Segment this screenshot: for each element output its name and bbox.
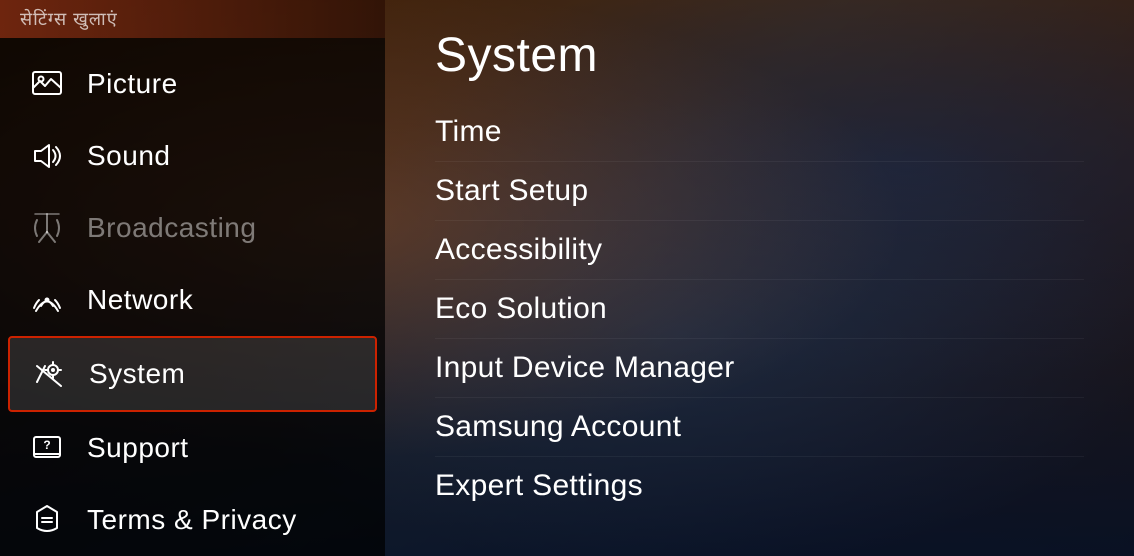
- svg-text:?: ?: [43, 438, 50, 452]
- sidebar-item-terms-label: Terms & Privacy: [87, 504, 297, 536]
- system-icon: [27, 352, 71, 396]
- sidebar-item-system[interactable]: System: [8, 336, 377, 412]
- sidebar-item-support-label: Support: [87, 432, 189, 464]
- menu-item-expert-settings[interactable]: Expert Settings: [435, 457, 1084, 515]
- network-icon: [25, 278, 69, 322]
- menu-item-start-setup[interactable]: Start Setup: [435, 162, 1084, 221]
- main-panel-title: System: [435, 28, 1084, 83]
- terms-icon: [25, 498, 69, 542]
- sidebar-items-list: Picture Sound: [0, 38, 385, 556]
- sidebar-item-broadcasting[interactable]: Broadcasting: [0, 192, 385, 264]
- sidebar-item-system-label: System: [89, 358, 185, 390]
- sidebar-item-broadcasting-label: Broadcasting: [87, 212, 256, 244]
- broadcasting-icon: [25, 206, 69, 250]
- menu-item-eco-solution[interactable]: Eco Solution: [435, 280, 1084, 339]
- picture-icon: [25, 62, 69, 106]
- menu-item-accessibility[interactable]: Accessibility: [435, 221, 1084, 280]
- sidebar-item-terms[interactable]: Terms & Privacy: [0, 484, 385, 556]
- support-icon: ?: [25, 426, 69, 470]
- menu-item-time[interactable]: Time: [435, 103, 1084, 162]
- sound-icon: [25, 134, 69, 178]
- sidebar-banner-text: सेटिंग्स खुलाएं: [20, 7, 118, 31]
- sidebar-item-network[interactable]: Network: [0, 264, 385, 336]
- sidebar-item-picture[interactable]: Picture: [0, 48, 385, 120]
- sidebar-banner: सेटिंग्स खुलाएं: [0, 0, 385, 38]
- sidebar-item-support[interactable]: ? Support: [0, 412, 385, 484]
- sidebar-item-sound-label: Sound: [87, 140, 170, 172]
- menu-item-input-device-manager[interactable]: Input Device Manager: [435, 339, 1084, 398]
- sidebar-item-network-label: Network: [87, 284, 193, 316]
- system-menu-list: Time Start Setup Accessibility Eco Solut…: [435, 103, 1084, 515]
- sidebar-item-sound[interactable]: Sound: [0, 120, 385, 192]
- main-panel: System Time Start Setup Accessibility Ec…: [385, 0, 1134, 556]
- menu-item-samsung-account[interactable]: Samsung Account: [435, 398, 1084, 457]
- sidebar: सेटिंग्स खुलाएं Picture S: [0, 0, 385, 556]
- sidebar-item-picture-label: Picture: [87, 68, 178, 100]
